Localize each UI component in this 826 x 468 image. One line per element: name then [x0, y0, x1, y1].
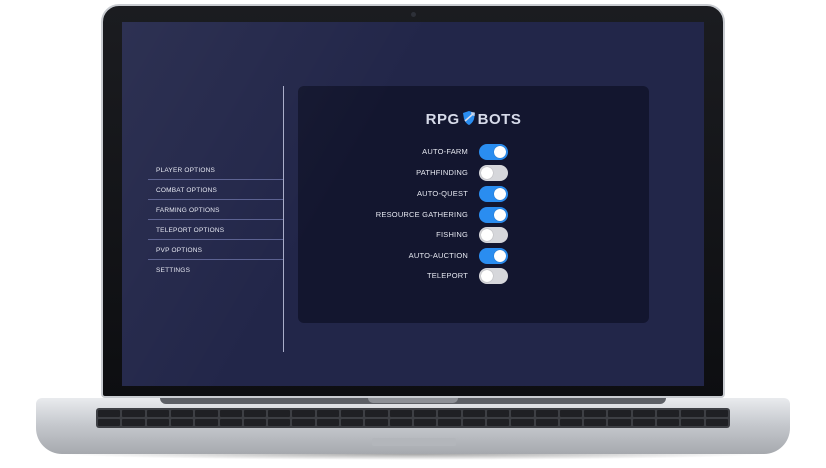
keyboard-key: [146, 410, 169, 417]
keyboard-key: [681, 419, 704, 426]
keyboard-key: [608, 410, 631, 417]
toggle-knob: [494, 250, 506, 262]
keyboard-key: [535, 410, 558, 417]
keyboard-key: [632, 419, 656, 426]
sidebar-item-player-options[interactable]: PLAYER OPTIONS: [148, 161, 283, 180]
keyboard-key: [365, 419, 388, 426]
option-label: TELEPORT: [426, 271, 468, 280]
toggle-knob: [481, 270, 493, 282]
sidebar-item-combat-options[interactable]: COMBAT OPTIONS: [148, 181, 283, 200]
option-row-teleport: TELEPORT: [298, 268, 508, 284]
keyboard-key: [292, 419, 315, 426]
keyboard-key: [705, 410, 728, 417]
player-options-panel: RPG BOTS AUTO-FARM PATHFINDING AUTO-QUEST…: [298, 86, 649, 323]
keyboard-key: [486, 419, 510, 426]
keyboard-key: [559, 410, 583, 417]
keyboard-key: [122, 419, 145, 426]
keyboard-key: [389, 410, 412, 417]
keyboard-key: [608, 419, 631, 426]
sidebar-divider: [283, 86, 284, 352]
option-label: AUTO-AUCTION: [408, 251, 468, 260]
teleport-toggle[interactable]: [479, 268, 508, 284]
keyboard-key: [486, 410, 510, 417]
options-sidebar: PLAYER OPTIONS COMBAT OPTIONS FARMING OP…: [148, 161, 283, 280]
keyboard-key: [195, 410, 218, 417]
sidebar-item-farming-options[interactable]: FARMING OPTIONS: [148, 201, 283, 220]
keyboard-key: [243, 419, 267, 426]
option-row-auto-farm: AUTO-FARM: [298, 144, 508, 160]
keyboard-key: [584, 410, 607, 417]
keyboard-key: [316, 419, 340, 426]
toggle-knob: [481, 229, 493, 241]
keyboard-key: [122, 410, 145, 417]
option-label: FISHING: [436, 230, 468, 239]
keyboard-key: [365, 410, 388, 417]
keyboard-key: [657, 410, 680, 417]
keyboard-key: [341, 419, 364, 426]
keyboard-key: [462, 410, 485, 417]
keyboard-key: [705, 419, 728, 426]
option-label: PATHFINDING: [416, 168, 468, 177]
keyboard-key: [292, 410, 315, 417]
option-label: RESOURCE GATHERING: [375, 210, 468, 219]
keyboard-key: [413, 410, 437, 417]
sidebar-item-teleport-options[interactable]: TELEPORT OPTIONS: [148, 221, 283, 240]
keyboard-key: [438, 419, 461, 426]
pathfinding-toggle[interactable]: [479, 165, 508, 181]
keyboard-key: [170, 419, 194, 426]
logo-text-bots: BOTS: [477, 111, 522, 128]
auto-quest-toggle[interactable]: [479, 186, 508, 202]
keyboard-key: [511, 410, 534, 417]
option-row-pathfinding: PATHFINDING: [298, 165, 508, 181]
toggle-knob: [481, 167, 493, 179]
toggle-knob: [494, 146, 506, 158]
keyboard-key: [98, 410, 121, 417]
keyboard-key: [341, 410, 364, 417]
rpgbots-logo: RPG BOTS: [298, 110, 649, 128]
option-row-auto-auction: AUTO-AUCTION: [298, 248, 508, 264]
logo-text-rpg: RPG: [425, 111, 460, 128]
webcam: [410, 12, 416, 17]
toggle-knob: [494, 188, 506, 200]
app-screen: PLAYER OPTIONS COMBAT OPTIONS FARMING OP…: [122, 22, 704, 386]
keyboard-key: [389, 419, 412, 426]
option-row-fishing: FISHING: [298, 227, 508, 243]
keyboard-key: [243, 410, 267, 417]
keyboard-key: [438, 410, 461, 417]
trackpad: [372, 438, 456, 446]
keyboard-key: [170, 410, 194, 417]
keyboard-key: [98, 419, 121, 426]
keyboard-key: [584, 419, 607, 426]
keyboard-key: [219, 419, 242, 426]
keyboard-key: [632, 410, 656, 417]
resource-gathering-toggle[interactable]: [479, 207, 508, 223]
lid-notch: [368, 398, 458, 403]
keyboard-key: [219, 410, 242, 417]
auto-farm-toggle[interactable]: [479, 144, 508, 160]
keyboard-key: [535, 419, 558, 426]
keyboard-key: [413, 419, 437, 426]
option-label: AUTO-FARM: [422, 147, 468, 156]
sidebar-item-settings[interactable]: SETTINGS: [148, 261, 283, 280]
keyboard-key: [462, 419, 485, 426]
keyboard-key: [559, 419, 583, 426]
keyboard-key: [657, 419, 680, 426]
option-row-resource-gathering: RESOURCE GATHERING: [298, 207, 508, 223]
keyboard-key: [268, 410, 291, 417]
keyboard: [96, 408, 730, 428]
fishing-toggle[interactable]: [479, 227, 508, 243]
keyboard-key: [268, 419, 291, 426]
shield-icon: [462, 111, 475, 125]
keyboard-key: [681, 410, 704, 417]
keyboard-key: [195, 419, 218, 426]
keyboard-key: [146, 419, 169, 426]
auto-auction-toggle[interactable]: [479, 248, 508, 264]
option-label: AUTO-QUEST: [416, 189, 468, 198]
toggle-knob: [494, 209, 506, 221]
sidebar-item-pvp-options[interactable]: PVP OPTIONS: [148, 241, 283, 260]
option-row-auto-quest: AUTO-QUEST: [298, 186, 508, 202]
keyboard-key: [316, 410, 340, 417]
keyboard-key: [511, 419, 534, 426]
